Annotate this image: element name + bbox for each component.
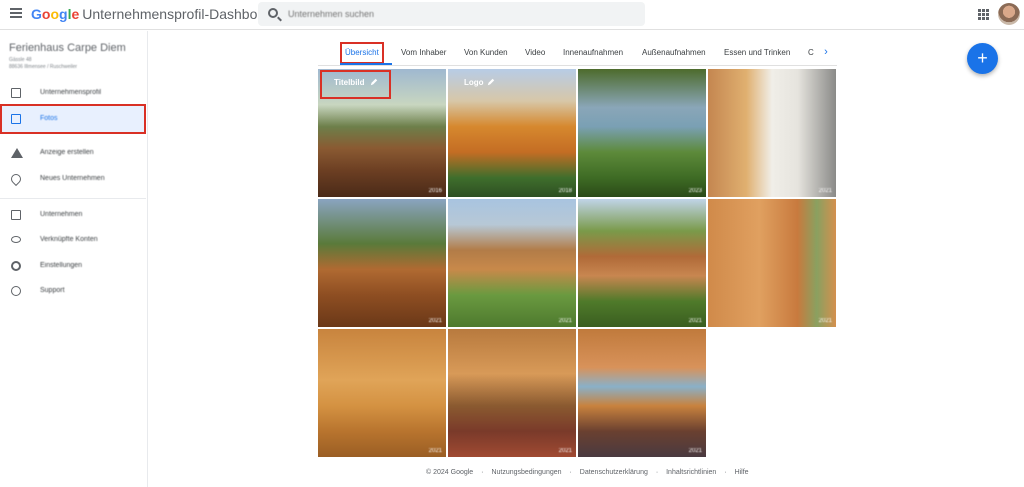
sidebar-divider [0, 198, 146, 199]
search-input[interactable] [288, 6, 588, 22]
photo-living-room[interactable]: 2021 [448, 329, 576, 457]
photo-logo[interactable]: Logo 2018 [448, 69, 576, 197]
photo-house-front[interactable]: 2021 [448, 199, 576, 327]
sidebar-item-linked-accounts[interactable]: Verknüpfte Konten [0, 227, 146, 253]
footer-separator: · [655, 469, 659, 476]
photo-year: 2021 [558, 318, 572, 324]
photo-bedroom[interactable]: 2021 [318, 329, 446, 457]
photo-year: 2023 [688, 188, 702, 194]
photo-sitting-area[interactable]: 2021 [578, 329, 706, 457]
cover-highlight-box [320, 70, 391, 99]
brand-letter: G [31, 6, 42, 22]
sidebar-item-label: Fotos [40, 115, 58, 122]
photo-year: 2021 [818, 318, 832, 324]
tab-more[interactable]: C [808, 40, 814, 65]
photo-category-tabs: Übersicht Vom Inhaber Von Kunden Video I… [318, 40, 837, 66]
logo-label: Logo [464, 78, 484, 87]
photo-year: 2021 [818, 188, 832, 194]
search-icon[interactable] [268, 8, 278, 18]
photo-year: 2021 [558, 448, 572, 454]
footer-separator: · [481, 469, 484, 476]
top-bar: Google Unternehmensprofil-Dashboard [0, 0, 1024, 30]
edit-pencil-icon[interactable] [487, 78, 495, 86]
sidebar-item-label: Unternehmen [40, 211, 83, 218]
ads-icon [11, 148, 23, 158]
photo-year: 2021 [428, 448, 442, 454]
sidebar-item-label: Unternehmensprofil [40, 89, 102, 96]
footer-separator: · [569, 469, 572, 476]
chevron-right-icon[interactable]: › [818, 44, 834, 62]
footer-separator: · [724, 469, 727, 476]
photo-kitchen[interactable]: 2021 [708, 69, 836, 197]
sidebar-item-label: Support [40, 287, 65, 294]
photo-year: 2021 [688, 448, 702, 454]
sidebar-item-businesses[interactable]: Unternehmen [0, 202, 146, 228]
photo-terrace[interactable]: 2021 [318, 199, 446, 327]
sidebar-item-support[interactable]: Support [0, 278, 146, 304]
photo-year: 2021 [688, 318, 702, 324]
sidebar-item-new-business[interactable]: Neues Unternehmen [0, 166, 146, 192]
gear-icon [11, 261, 21, 271]
tab-from-customers[interactable]: Von Kunden [464, 40, 508, 65]
sidebar-item-label: Neues Unternehmen [40, 175, 105, 182]
photo-house-side[interactable]: 2021 [578, 199, 706, 327]
photo-year: 2021 [428, 318, 442, 324]
profile-icon [11, 88, 21, 98]
brand-logo[interactable]: Google Unternehmensprofil-Dashboard [31, 6, 278, 22]
tab-video[interactable]: Video [525, 40, 545, 65]
sidebar-item-photos[interactable]: Fotos [0, 104, 146, 134]
content-policy-link[interactable]: Inhaltsrichtlinien [666, 469, 716, 476]
sidebar-item-label: Anzeige erstellen [40, 149, 94, 156]
store-icon [11, 210, 21, 220]
tab-overview[interactable]: Übersicht [340, 42, 384, 64]
location-pin-icon [8, 171, 24, 187]
sidebar-item-create-ad[interactable]: Anzeige erstellen [0, 140, 146, 166]
sidebar-item-settings[interactable]: Einstellungen [0, 253, 146, 279]
tab-interior[interactable]: Innenaufnahmen [563, 40, 623, 65]
photo-bunk-room[interactable]: 2021 [708, 199, 836, 327]
sidebar-item-label: Einstellungen [40, 262, 83, 269]
terms-link[interactable]: Nutzungsbedingungen [491, 469, 561, 476]
brand-letter: e [71, 6, 80, 22]
photo-year: 2018 [558, 188, 572, 194]
tab-exterior[interactable]: Außenaufnahmen [642, 40, 706, 65]
apps-grid-icon[interactable] [978, 9, 989, 20]
app-title: Unternehmensprofil-Dashboard [82, 6, 278, 22]
privacy-link[interactable]: Datenschutzerklärung [580, 469, 648, 476]
copyright: © 2024 Google [426, 469, 474, 476]
photo-lake-view[interactable]: 2023 [578, 69, 706, 197]
sidebar-item-label: Verknüpfte Konten [40, 236, 98, 243]
business-address-line1: Gässle 48 [9, 57, 32, 63]
help-icon [11, 286, 21, 296]
tab-from-owner[interactable]: Vom Inhaber [401, 40, 446, 65]
hamburger-menu-icon[interactable] [10, 8, 22, 18]
avatar[interactable] [998, 3, 1020, 25]
brand-letter: o [50, 6, 60, 22]
business-name: Ferienhaus Carpe Diem [9, 42, 126, 54]
photos-icon [11, 114, 21, 124]
add-photo-button[interactable]: + [967, 43, 998, 74]
photo-year: 2016 [428, 188, 442, 194]
help-link[interactable]: Hilfe [735, 469, 749, 476]
tab-food-drink[interactable]: Essen und Trinken [724, 40, 790, 65]
sidebar: Ferienhaus Carpe Diem Gässle 48 88636 Il… [0, 31, 148, 487]
search-bar[interactable] [258, 2, 645, 26]
business-address-line2: 88636 Illmensee / Ruschweiler [9, 64, 78, 70]
brand-letter: g [59, 6, 68, 22]
sidebar-item-profile[interactable]: Unternehmensprofil [0, 80, 146, 106]
active-tab-indicator [340, 63, 392, 65]
footer: © 2024 Google · Nutzungsbedingungen · Da… [426, 469, 755, 476]
link-icon [11, 236, 21, 243]
